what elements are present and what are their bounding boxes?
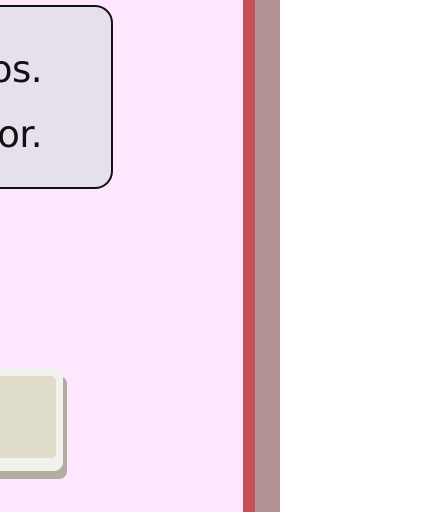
screen: pos. nor. xyxy=(0,0,433,512)
panel-border-red xyxy=(243,0,255,512)
button-inner xyxy=(0,376,56,458)
action-button[interactable] xyxy=(0,368,63,471)
speech-line-1: pos. xyxy=(0,48,43,91)
scene-panel: pos. nor. xyxy=(0,0,243,512)
speech-line-2: nor. xyxy=(0,113,43,156)
panel-border-mauve xyxy=(255,0,280,512)
speech-bubble: pos. nor. xyxy=(0,5,113,189)
